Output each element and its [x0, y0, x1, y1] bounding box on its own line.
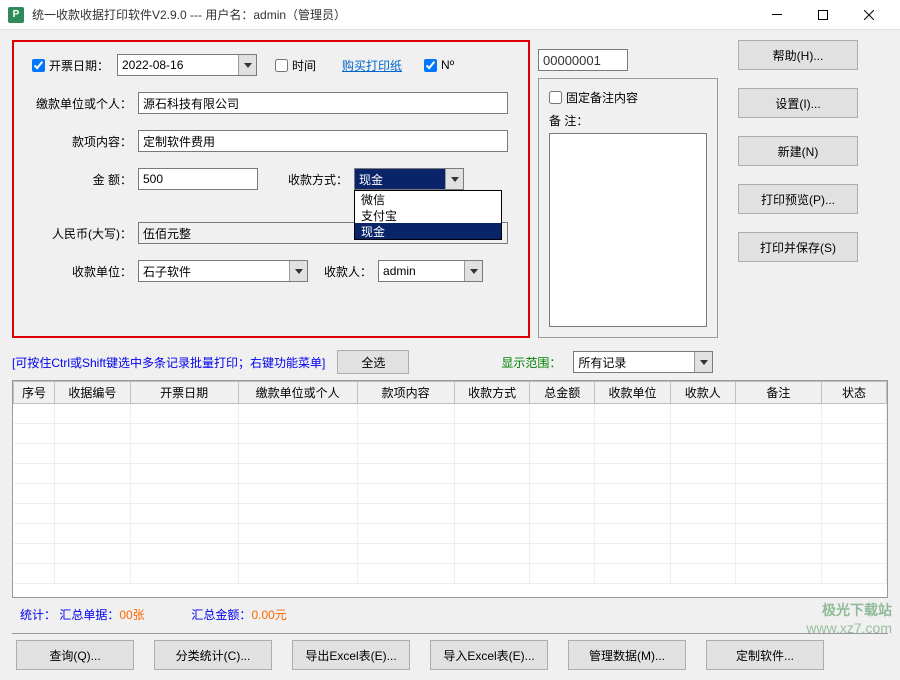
watermark: 极光下载站 www.xz7.com: [806, 601, 892, 637]
column-header[interactable]: 备注: [735, 382, 821, 404]
chevron-down-icon[interactable]: [289, 261, 307, 281]
app-icon: P: [8, 7, 24, 23]
item-label: 款项内容：: [32, 133, 132, 150]
scope-combo[interactable]: 所有记录: [573, 351, 713, 373]
time-label: 时间: [292, 57, 316, 74]
import-button[interactable]: 导入Excel表(E)...: [430, 640, 548, 670]
time-checkbox[interactable]: [275, 59, 288, 72]
buy-paper-link[interactable]: 购买打印纸: [342, 57, 402, 74]
column-header[interactable]: 缴款单位或个人: [238, 382, 357, 404]
note-panel: 固定备注内容 备 注：: [538, 78, 718, 338]
preview-button[interactable]: 打印预览(P)...: [738, 184, 858, 214]
column-header[interactable]: 收据编号: [55, 382, 131, 404]
chevron-down-icon[interactable]: [238, 55, 256, 75]
chevron-down-icon[interactable]: [694, 352, 712, 372]
column-header[interactable]: 序号: [14, 382, 55, 404]
chevron-down-icon[interactable]: [464, 261, 482, 281]
date-label: 开票日期：: [49, 57, 111, 74]
no-label: Nº: [441, 58, 454, 72]
payee-combo[interactable]: admin: [378, 260, 483, 282]
fixed-note-label: 固定备注内容: [566, 89, 638, 106]
column-header[interactable]: 款项内容: [357, 382, 454, 404]
table-row[interactable]: [14, 464, 887, 484]
rmb-label: 人民币(大写)：: [32, 225, 132, 242]
manage-button[interactable]: 管理数据(M)...: [568, 640, 686, 670]
table-row[interactable]: [14, 404, 887, 424]
new-button[interactable]: 新建(N): [738, 136, 858, 166]
date-combo[interactable]: 2022-08-16: [117, 54, 257, 76]
chevron-down-icon[interactable]: [445, 169, 463, 189]
payer-input[interactable]: [138, 92, 508, 114]
scope-value: 所有记录: [578, 354, 626, 371]
payer-label: 缴款单位或个人：: [32, 95, 132, 112]
payee-unit-value: 石子软件: [143, 263, 191, 280]
settings-button[interactable]: 设置(I)...: [738, 88, 858, 118]
amount-label: 金 额：: [32, 171, 132, 188]
pay-method-option-alipay[interactable]: 支付宝: [355, 207, 501, 223]
minimize-button[interactable]: [754, 0, 800, 30]
column-header[interactable]: 状态: [822, 382, 887, 404]
maximize-button[interactable]: [800, 0, 846, 30]
customize-button[interactable]: 定制软件...: [706, 640, 824, 670]
payee-label: 收款人：: [324, 263, 372, 280]
no-checkbox[interactable]: [424, 59, 437, 72]
table-row[interactable]: [14, 564, 887, 584]
payee-unit-label: 收款单位：: [32, 263, 132, 280]
close-button[interactable]: [846, 0, 892, 30]
column-header[interactable]: 总金额: [530, 382, 595, 404]
scope-label: 显示范围：: [501, 354, 561, 371]
pay-method-option-wechat[interactable]: 微信: [355, 191, 501, 207]
receipt-no-field[interactable]: [538, 49, 628, 71]
column-header[interactable]: 开票日期: [130, 382, 238, 404]
stat-button[interactable]: 分类统计(C)...: [154, 640, 272, 670]
pay-method-value: 现金: [359, 171, 383, 188]
print-save-button[interactable]: 打印并保存(S): [738, 232, 858, 262]
date-checkbox[interactable]: [32, 59, 45, 72]
column-header[interactable]: 收款人: [670, 382, 735, 404]
form-panel: 开票日期： 2022-08-16 时间 购买打印纸 Nº 缴款单位或个人：: [12, 40, 530, 338]
date-value: 2022-08-16: [122, 58, 183, 72]
amount-input[interactable]: [138, 168, 258, 190]
remark-textarea[interactable]: [549, 133, 707, 327]
table-row[interactable]: [14, 424, 887, 444]
stats-bar: 统计： 汇总单据：00张 汇总金额：0.00元: [12, 602, 888, 627]
multi-select-hint: [可按住Ctrl或Shift键选中多条记录批量打印；右键功能菜单]: [12, 354, 325, 371]
item-input[interactable]: [138, 130, 508, 152]
pay-method-option-cash[interactable]: 现金: [355, 223, 501, 239]
pay-method-combo[interactable]: 现金: [354, 168, 464, 190]
help-button[interactable]: 帮助(H)...: [738, 40, 858, 70]
records-table[interactable]: 序号收据编号开票日期缴款单位或个人款项内容收款方式总金额收款单位收款人备注状态: [12, 380, 888, 598]
query-button[interactable]: 查询(Q)...: [16, 640, 134, 670]
window-title: 统一收款收据打印软件V2.9.0 --- 用户名：admin（管理员）: [32, 6, 754, 23]
table-row[interactable]: [14, 544, 887, 564]
pay-method-dropdown: 微信 支付宝 现金: [354, 190, 502, 240]
column-header[interactable]: 收款方式: [454, 382, 530, 404]
table-row[interactable]: [14, 484, 887, 504]
pay-method-label: 收款方式：: [288, 171, 348, 188]
select-all-button[interactable]: 全选: [337, 350, 409, 374]
column-header[interactable]: 收款单位: [595, 382, 671, 404]
export-button[interactable]: 导出Excel表(E)...: [292, 640, 410, 670]
fixed-note-checkbox[interactable]: [549, 91, 562, 104]
payee-unit-combo[interactable]: 石子软件: [138, 260, 308, 282]
payee-value: admin: [383, 264, 416, 278]
table-row[interactable]: [14, 504, 887, 524]
table-row[interactable]: [14, 524, 887, 544]
remark-label: 备 注：: [549, 112, 707, 129]
table-row[interactable]: [14, 444, 887, 464]
